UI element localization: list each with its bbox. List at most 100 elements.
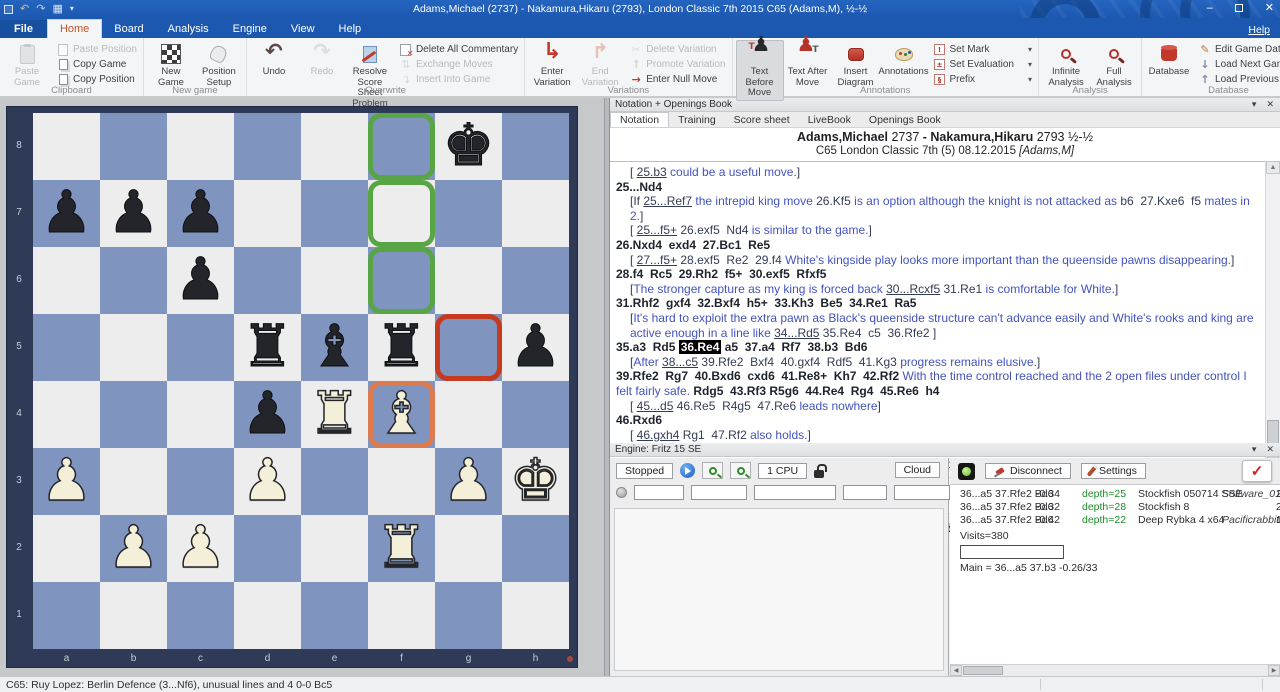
square-d2[interactable] — [234, 515, 301, 582]
engine-field-4[interactable] — [843, 485, 887, 500]
ribbon-undo-button[interactable]: Undo — [250, 40, 298, 80]
square-e2[interactable] — [301, 515, 368, 582]
ribbon-set-mark-button[interactable]: !Set Mark▾ — [930, 42, 1036, 57]
move-text[interactable]: ] — [868, 223, 871, 237]
square-g4[interactable] — [435, 381, 502, 448]
move-text[interactable]: 28.f4 Rc5 29.Rh2 f5+ 30.exf5 Rfxf5 — [616, 267, 826, 281]
move-text[interactable]: 46.Rxd6 — [616, 413, 662, 427]
move-text[interactable]: b6 27.Kxe6 f5 — [1120, 194, 1201, 208]
tab-help[interactable]: Help — [327, 20, 374, 38]
ribbon-infinite-analysis-button[interactable]: InfiniteAnalysis — [1042, 40, 1090, 90]
square-g1[interactable] — [435, 582, 502, 649]
undo-icon[interactable]: ↶ — [20, 1, 29, 17]
dropdown-caret-icon[interactable]: ▾ — [1014, 60, 1032, 69]
tab-view[interactable]: View — [279, 20, 327, 38]
square-b3[interactable] — [100, 448, 167, 515]
notation-move-list[interactable]: [ 25.b3 could be a useful move.]25...Nd4… — [610, 161, 1265, 477]
dropdown-caret-icon[interactable]: ▾ — [1014, 45, 1032, 54]
ribbon-database-button[interactable]: Database — [1145, 40, 1193, 80]
lock-icon[interactable] — [814, 470, 824, 478]
redo-icon[interactable]: ↷ — [36, 1, 45, 17]
hscroll-right-icon[interactable]: ▶ — [1268, 665, 1280, 676]
piece-black-king-g8[interactable]: ♚ — [435, 113, 502, 180]
move-text[interactable]: ] — [797, 165, 800, 179]
settings-button[interactable]: Settings — [1081, 463, 1146, 479]
move-text[interactable]: ] — [807, 428, 810, 442]
cpu-count-button[interactable]: 1 CPU — [758, 463, 807, 479]
piece-black-pawn-c6[interactable]: ♟ — [167, 247, 234, 314]
square-h6[interactable] — [502, 247, 569, 314]
move-text[interactable]: ] — [640, 209, 643, 223]
piece-white-bishop-f4[interactable]: ♝ — [368, 381, 435, 448]
qat-dropdown-caret-icon[interactable]: ▾ — [70, 1, 74, 17]
notation-tab-notation[interactable]: Notation — [610, 112, 669, 127]
square-e7[interactable] — [301, 180, 368, 247]
piece-black-bishop-e5[interactable]: ♝ — [301, 314, 368, 381]
square-a6[interactable] — [33, 247, 100, 314]
square-h1[interactable] — [502, 582, 569, 649]
hscroll-left-icon[interactable]: ◀ — [950, 665, 962, 676]
tab-home[interactable]: Home — [47, 19, 102, 38]
square-h7[interactable] — [502, 180, 569, 247]
tab-engine[interactable]: Engine — [221, 20, 279, 38]
move-text[interactable]: 25...Ref7 — [643, 194, 692, 208]
notation-tab-livebook[interactable]: LiveBook — [799, 113, 860, 127]
move-text[interactable]: 28.exf5 Re2 29.f4 — [677, 253, 782, 267]
square-a1[interactable] — [33, 582, 100, 649]
piece-white-pawn-b2[interactable]: ♟ — [100, 515, 167, 582]
move-text[interactable]: 26.Kf5 — [816, 194, 851, 208]
ribbon-resolve-score-sheet-problem-button[interactable]: Resolve ScoreSheet Problem — [346, 40, 394, 111]
square-f3[interactable] — [368, 448, 435, 515]
piece-black-pawn-b7[interactable]: ♟ — [100, 180, 167, 247]
piece-white-king-h3[interactable]: ♚ — [502, 448, 569, 515]
move-text[interactable]: ] — [878, 399, 881, 413]
square-b8[interactable] — [100, 113, 167, 180]
move-text[interactable]: 25...f5+ — [637, 223, 677, 237]
tab-file[interactable]: File — [0, 20, 47, 38]
ribbon-text-after-move-button[interactable]: Text AfterMove — [784, 40, 832, 90]
square-b1[interactable] — [100, 582, 167, 649]
move-text[interactable]: 35.a3 Rd5 — [616, 340, 679, 354]
notation-tab-openings-book[interactable]: Openings Book — [860, 113, 950, 127]
dropdown-caret-icon[interactable]: ▾ — [1014, 75, 1032, 84]
ribbon-insert-diagram-button[interactable]: InsertDiagram — [832, 40, 880, 90]
engine-stopped-button[interactable]: Stopped — [616, 463, 673, 479]
piece-black-rook-d5[interactable]: ♜ — [234, 314, 301, 381]
piece-white-pawn-a3[interactable]: ♟ — [33, 448, 100, 515]
chess-board[interactable]: ♚♟♟♟♟♜♝♜♟♟♜♝♟♟♟♚♟♟♜ — [33, 113, 569, 649]
square-g6[interactable] — [435, 247, 502, 314]
board-icon[interactable]: ▦ — [52, 1, 62, 17]
minimize-button[interactable]: – — [1207, 0, 1213, 16]
piece-black-pawn-c7[interactable]: ♟ — [167, 180, 234, 247]
move-text[interactable]: 39.Rfe2 Rg7 40.Bxd6 cxd6 41.Re8+ Kh7 42.… — [616, 369, 899, 383]
cloud-led-icon[interactable] — [958, 463, 975, 480]
square-a8[interactable] — [33, 113, 100, 180]
ribbon-position-setup-button[interactable]: PositionSetup — [195, 40, 243, 90]
notation-tab-training[interactable]: Training — [669, 113, 725, 127]
ribbon-edit-game-data-button[interactable]: Edit Game Data — [1195, 42, 1280, 57]
square-b6[interactable] — [100, 247, 167, 314]
piece-black-pawn-h5[interactable]: ♟ — [502, 314, 569, 381]
engine-field-2[interactable] — [691, 485, 747, 500]
piece-white-pawn-d3[interactable]: ♟ — [234, 448, 301, 515]
piece-white-rook-e4[interactable]: ♜ — [301, 381, 368, 448]
square-a4[interactable] — [33, 381, 100, 448]
ribbon-set-evaluation-button[interactable]: ±Set Evaluation▾ — [930, 57, 1036, 72]
tab-analysis[interactable]: Analysis — [156, 20, 221, 38]
piece-white-rook-f2[interactable]: ♜ — [368, 515, 435, 582]
current-move[interactable]: 36.Re4 — [679, 340, 722, 354]
square-h8[interactable] — [502, 113, 569, 180]
ribbon-load-next-game-button[interactable]: Load Next Game — [1195, 57, 1280, 72]
move-text[interactable]: Rdg5 43.Rf3 R5g6 44.Re4 Rg4 45.Re6 h4 — [693, 384, 939, 398]
square-g7[interactable] — [435, 180, 502, 247]
square-e3[interactable] — [301, 448, 368, 515]
disconnect-button[interactable]: Disconnect — [985, 463, 1071, 479]
engine-pane-close-icon[interactable]: ✕ — [1266, 444, 1274, 455]
piece-white-pawn-c2[interactable]: ♟ — [167, 515, 234, 582]
engine-line[interactable]: 36...a5 37.Rfe2 Bd6-0.34depth=25Stockfis… — [950, 488, 1280, 501]
square-c4[interactable] — [167, 381, 234, 448]
help-link[interactable]: Help — [1248, 24, 1270, 36]
square-e6[interactable] — [301, 247, 368, 314]
move-text[interactable]: [ — [630, 165, 637, 179]
engine-input-box[interactable] — [960, 545, 1064, 559]
